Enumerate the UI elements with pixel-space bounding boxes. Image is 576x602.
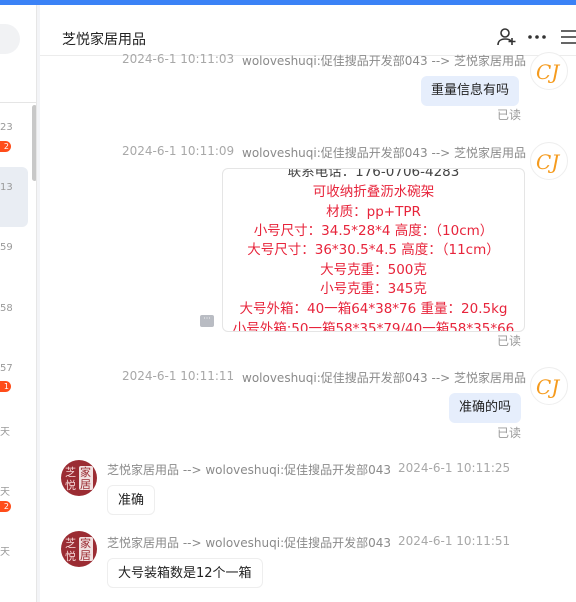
conversation-search[interactable] (0, 24, 20, 54)
list-item-time: 天 (0, 547, 10, 558)
read-status: 已读 (497, 426, 522, 440)
list-item-time: 58 (0, 303, 13, 314)
image-text-line: 小号克重：345克 (320, 281, 427, 297)
chat-header: 芝悦家居用品 (40, 5, 576, 56)
svg-text:CJ: CJ (536, 150, 560, 174)
image-text-line: 联系电话：176-0706-4283 (287, 168, 460, 180)
unread-badge: 2 (0, 141, 11, 152)
sender-avatar: CJ (530, 52, 568, 90)
image-text-line: 可收纳折叠沥水碗架 (312, 184, 435, 200)
list-item-time: 57 (0, 363, 13, 374)
sender-avatar: CJ (530, 142, 568, 180)
message-timestamp: 2024-6-1 10:11:25 (398, 461, 511, 475)
read-status: 已读 (497, 108, 522, 122)
image-message[interactable]: 联系电话：176-0706-4283 可收纳折叠沥水碗架 材质：pp+TPR 小… (222, 168, 525, 332)
svg-text:CJ: CJ (536, 60, 560, 84)
cj-logo-icon: CJ (536, 60, 560, 84)
list-item-time: 13 (0, 182, 13, 193)
message-sender: 芝悦家居用品 --> woloveshuqi:促佳搜品开发部043 (107, 536, 392, 550)
image-text-line: 大号尺寸：36*30.5*4.5 高度：（11cm） (247, 242, 500, 258)
list-item-time: 天 (0, 427, 10, 438)
image-text-line: 小号尺寸：34.5*28*4 高度：（10cm） (253, 223, 494, 239)
svg-text:CJ: CJ (536, 375, 560, 399)
read-status: 已读 (497, 334, 522, 348)
list-item-time: 天 (0, 487, 10, 498)
more-icon[interactable] (527, 27, 549, 49)
message-bubble[interactable]: 大号装箱数是12个一箱 (107, 558, 263, 588)
cj-logo-icon: CJ (536, 150, 560, 174)
conversation-title: 芝悦家居用品 (62, 32, 146, 48)
unread-badge: 2 (0, 501, 11, 512)
list-divider (0, 102, 36, 103)
menu-icon[interactable] (559, 27, 576, 49)
message-bubble[interactable]: 准确 (107, 485, 156, 515)
image-text-line: 小号外箱:50一箱58*35*79/40一箱58*35*66 (232, 321, 515, 332)
message-timestamp: 2024-6-1 10:11:03 (122, 52, 235, 66)
chat-panel: 芝悦家居用品 2024-6-1 10:11:03 woloveshuqi:促佳搜… (40, 5, 576, 602)
message-sender: 芝悦家居用品 --> woloveshuqi:促佳搜品开发部043 (107, 463, 392, 477)
message-sender: woloveshuqi:促佳搜品开发部043 --> 芝悦家居用品 (242, 146, 527, 160)
contact-avatar: 芝 悦 家 居 (61, 460, 97, 496)
message-timestamp: 2024-6-1 10:11:09 (122, 144, 235, 158)
message-bubble[interactable]: 重量信息有吗 (421, 76, 520, 106)
list-item-time: 59 (0, 242, 13, 253)
unread-badge: 1 (0, 381, 11, 392)
list-scrollbar[interactable] (32, 105, 36, 181)
message-timestamp: 2024-6-1 10:11:11 (122, 369, 235, 383)
cj-logo-icon: CJ (536, 375, 560, 399)
contact-avatar: 芝 悦 家 居 (61, 531, 97, 567)
message-sender: woloveshuqi:促佳搜品开发部043 --> 芝悦家居用品 (242, 371, 527, 385)
list-item-time: 23 (0, 122, 13, 133)
message-sender: woloveshuqi:促佳搜品开发部043 --> 芝悦家居用品 (242, 54, 527, 68)
selected-conversation-item[interactable] (0, 167, 28, 227)
image-text-line: 大号克重：500克 (320, 262, 427, 278)
message-timestamp: 2024-6-1 10:11:51 (398, 534, 511, 548)
image-text-line: 大号外箱：40一箱64*38*76 重量：20.5kg (239, 301, 508, 317)
conversation-list[interactable]: 23 2 13 59 58 57 1 天 天 2 天 (0, 5, 37, 602)
message-bubble[interactable]: 准确的吗 (449, 393, 522, 423)
sender-avatar: CJ (530, 367, 568, 405)
image-text-line: 材质：pp+TPR (326, 204, 421, 220)
message-menu-icon[interactable]: ··· (200, 315, 214, 327)
add-user-icon[interactable] (497, 27, 519, 49)
